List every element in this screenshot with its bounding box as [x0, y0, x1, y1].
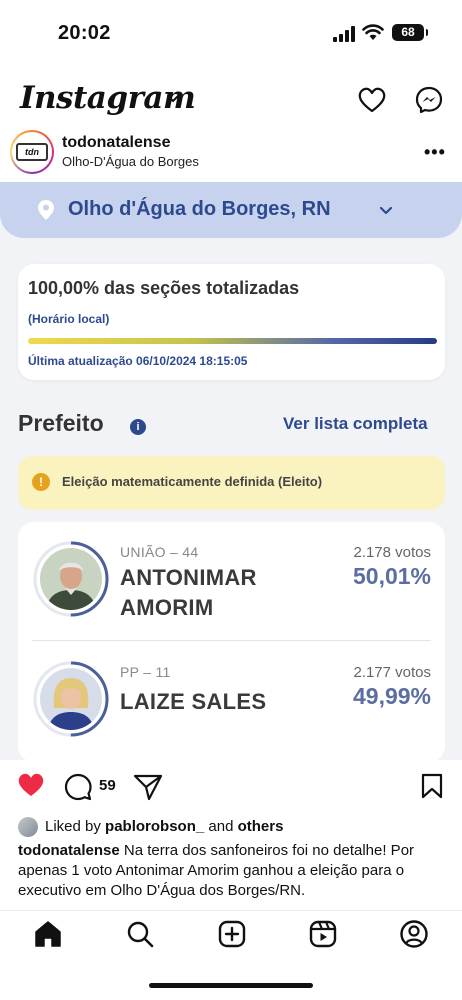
comment-icon[interactable]	[64, 773, 92, 801]
app-header: Instagram	[0, 80, 462, 124]
city-selector: Olho d'Água do Borges, RN	[0, 182, 462, 238]
totalization-card: 100,00% das seções totalizadas (Horário …	[18, 264, 445, 380]
status-time: 20:02	[58, 22, 111, 44]
post-actions: 59	[0, 770, 462, 806]
status-bar: 20:02 68	[0, 0, 462, 60]
local-time-note: (Horário local)	[28, 312, 110, 326]
post-header: tdn todonatalense Olho-D'Água do Borges …	[0, 128, 462, 180]
share-icon[interactable]	[133, 773, 163, 801]
city-name: Olho d'Água do Borges, RN	[68, 198, 331, 220]
chevron-down-icon	[379, 206, 393, 215]
progress-bar	[28, 338, 437, 344]
home-icon[interactable]	[33, 919, 63, 949]
office-title: Prefeito	[18, 410, 104, 436]
comment-count: 59	[99, 777, 116, 794]
info-icon: i	[130, 419, 146, 435]
liker-avatar	[18, 817, 38, 837]
liker-username[interactable]: pablorobson_	[105, 818, 204, 835]
candidate-row: PP – 11 LAIZE SALES 2.177 votos 49,99%	[18, 650, 445, 760]
create-icon[interactable]	[217, 919, 247, 949]
bottom-nav	[0, 910, 462, 958]
candidate-row: UNIÃO – 44 ANTONIMAR AMORIM 2.178 votos …	[18, 530, 445, 640]
signal-icon	[333, 26, 355, 42]
divider	[32, 640, 431, 641]
candidate-percent: 50,01%	[352, 563, 431, 589]
candidate-name: LAIZE SALES	[120, 689, 267, 714]
likes-prefix: Liked by	[45, 818, 106, 835]
warning-icon: !	[32, 473, 50, 491]
avatar-logo: tdn	[16, 143, 48, 161]
heart-icon[interactable]	[17, 772, 45, 798]
candidate-photo	[40, 548, 102, 610]
post-image[interactable]: Olho d'Água do Borges, RN 100,00% das se…	[0, 182, 462, 760]
heart-icon[interactable]	[357, 86, 387, 114]
search-icon[interactable]	[125, 919, 155, 949]
candidate-name: ANTONIMAR	[120, 565, 257, 590]
battery-icon: 68	[392, 24, 428, 41]
messenger-icon[interactable]	[414, 85, 444, 115]
more-icon[interactable]: •••	[424, 142, 446, 163]
candidate-photo	[40, 668, 102, 730]
progress-fill	[28, 338, 437, 344]
avatar[interactable]: tdn	[10, 130, 54, 174]
post-caption: todonatalense Na terra dos sanfoneiros f…	[18, 841, 448, 901]
candidate-party: PP – 11	[120, 664, 171, 680]
home-indicator	[149, 983, 313, 988]
post-username[interactable]: todonatalense	[62, 134, 170, 152]
profile-icon[interactable]	[399, 919, 429, 949]
candidate-percent: 49,99%	[352, 683, 431, 709]
map-pin-icon	[38, 200, 54, 220]
candidate-name-cont: AMORIM	[120, 595, 214, 620]
candidate-votes: 2.178 votos	[353, 544, 431, 561]
notice-text: Eleição matematicamente definida (Eleito…	[62, 474, 323, 489]
candidate-party: UNIÃO – 44	[120, 544, 199, 560]
elected-notice: ! Eleição matematicamente definida (Elei…	[18, 456, 445, 510]
caption-username[interactable]: todonatalense	[18, 842, 120, 859]
candidate-votes: 2.177 votos	[353, 664, 431, 681]
sections-totalized: 100,00% das seções totalizadas	[28, 278, 300, 298]
post-location[interactable]: Olho-D'Água do Borges	[62, 154, 199, 169]
likes-others[interactable]: others	[238, 818, 284, 835]
candidates-card: UNIÃO – 44 ANTONIMAR AMORIM 2.178 votos …	[18, 522, 445, 760]
chevron-down-icon[interactable]	[165, 92, 181, 106]
last-update: Última atualização 06/10/2024 18:15:05	[28, 354, 248, 368]
likes-middle: and	[204, 818, 238, 835]
likes-summary[interactable]: Liked by pablorobson_ and others	[18, 816, 448, 838]
reels-icon[interactable]	[308, 919, 338, 949]
bookmark-icon[interactable]	[420, 773, 444, 799]
see-full-list-link: Ver lista completa	[283, 414, 428, 433]
wifi-icon	[362, 24, 384, 40]
